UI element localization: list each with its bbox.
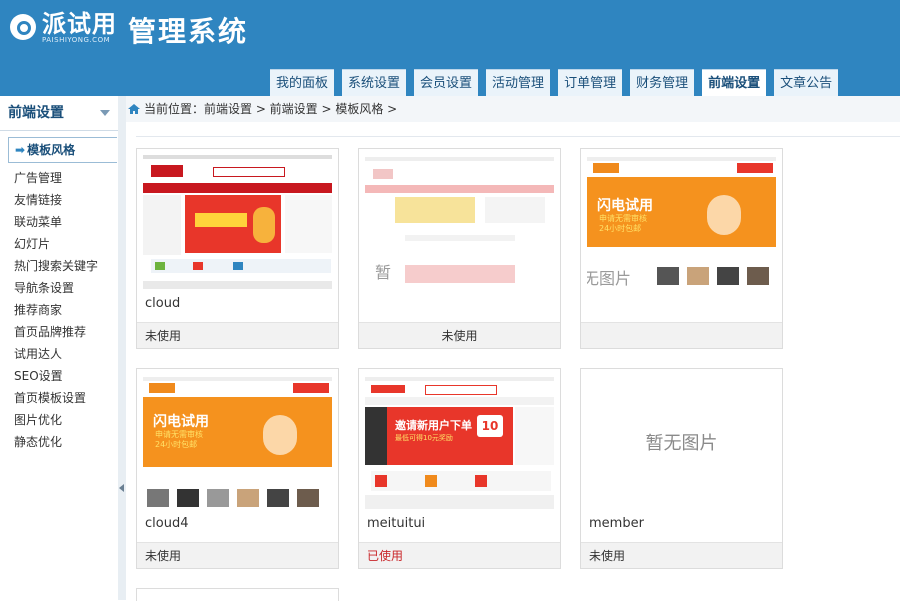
template-status: 未使用 xyxy=(137,542,338,568)
orange-site-preview: 闪电试用 申请无需审核 24小时包邮 暂无图片 xyxy=(587,155,776,289)
arrow-right-icon: ➡ xyxy=(15,143,26,157)
sidebar-item-home-template[interactable]: 首页模板设置 xyxy=(0,387,118,409)
sidebar-item-slides[interactable]: 幻灯片 xyxy=(0,233,118,255)
sidebar-item-links[interactable]: 友情链接 xyxy=(0,189,118,211)
home-icon[interactable] xyxy=(128,104,140,114)
template-status: 已使用 xyxy=(359,542,560,568)
template-status: 未使用 xyxy=(137,322,338,348)
app-header: 派试用 PAISHIYONG.COM 管理系统 我的面板 系统设置 会员设置 活… xyxy=(0,0,900,96)
divider xyxy=(136,136,900,137)
sidebar-item-image-opt[interactable]: 图片优化 xyxy=(0,409,118,431)
sidebar-title[interactable]: 前端设置 xyxy=(0,96,118,131)
sidebar-menu: ➡ 模板风格 广告管理 友情链接 联动菜单 幻灯片 热门搜索关键字 导航条设置 推… xyxy=(0,131,118,453)
sidebar-splitter[interactable] xyxy=(118,96,126,600)
template-thumbnail[interactable] xyxy=(143,155,332,289)
ghost-site-preview: 暂 xyxy=(365,155,554,289)
flash-trial-text: 闪电试用 xyxy=(153,414,209,430)
sidebar-item-template-style[interactable]: ➡ 模板风格 xyxy=(8,137,117,163)
template-card[interactable]: 暂无图片 member 未使用 xyxy=(580,368,783,569)
template-thumbnail[interactable]: 暂 xyxy=(365,155,554,289)
template-thumbnail[interactable]: 闪电试用 申请无需审核 24小时包邮 暂无图片 xyxy=(587,155,776,289)
ghost-label: 暂 xyxy=(375,263,392,282)
orange-site-preview: 闪电试用 申请无需审核 24小时包邮 xyxy=(143,375,332,509)
sidebar-item-brands[interactable]: 首页品牌推荐 xyxy=(0,321,118,343)
template-card[interactable]: cloud 未使用 xyxy=(136,148,339,349)
sidebar-item-trial-experts[interactable]: 试用达人 xyxy=(0,343,118,365)
no-image-placeholder: 暂无图片 xyxy=(645,433,718,454)
template-thumbnail[interactable]: 邀请新用户下单 最低可得10元奖励 10 xyxy=(365,375,554,509)
tab-member-settings[interactable]: 会员设置 xyxy=(414,69,479,96)
template-status: 未使用 xyxy=(359,322,560,348)
ten-badge: 10 xyxy=(477,415,503,437)
breadcrumb-text: 当前位置：前端设置 > 前端设置 > 模板风格 > xyxy=(144,102,398,116)
sidebar-item-merchants[interactable]: 推荐商家 xyxy=(0,299,118,321)
sidebar-item-hot-keywords[interactable]: 热门搜索关键字 xyxy=(0,255,118,277)
template-thumbnail[interactable]: 闪电试用 申请无需审核 24小时包邮 xyxy=(143,375,332,509)
sidebar: 前端设置 ➡ 模板风格 广告管理 友情链接 联动菜单 幻灯片 热门搜索关键字 导航… xyxy=(0,96,119,600)
meituitui-site-preview: 邀请新用户下单 最低可得10元奖励 10 xyxy=(365,375,554,509)
flash-trial-text: 闪电试用 xyxy=(597,198,653,214)
top-nav: 我的面板 系统设置 会员设置 活动管理 订单管理 财务管理 前端设置 文章公告 xyxy=(270,69,846,96)
template-card[interactable] xyxy=(136,588,339,601)
tab-articles[interactable]: 文章公告 xyxy=(774,69,839,96)
collapse-left-icon[interactable] xyxy=(119,484,124,492)
tab-frontend-settings[interactable]: 前端设置 xyxy=(702,69,767,96)
template-card[interactable]: 暂 未使用 xyxy=(358,148,561,349)
tab-finance-management[interactable]: 财务管理 xyxy=(630,69,695,96)
sidebar-item-linked-menu[interactable]: 联动菜单 xyxy=(0,211,118,233)
template-card[interactable]: 邀请新用户下单 最低可得10元奖励 10 meituitui 已使用 xyxy=(358,368,561,569)
red-site-preview xyxy=(143,155,332,289)
template-card[interactable]: 闪电试用 申请无需审核 24小时包邮 暂无图片 xyxy=(580,148,783,349)
template-status: 未使用 xyxy=(581,542,782,568)
template-card[interactable]: 闪电试用 申请无需审核 24小时包邮 cloud4 未使用 xyxy=(136,368,339,569)
chevron-down-icon[interactable] xyxy=(100,110,110,116)
template-name: member xyxy=(589,516,644,531)
tab-my-panel[interactable]: 我的面板 xyxy=(270,69,335,96)
flash-sub2-text: 24小时包邮 xyxy=(155,440,198,449)
sidebar-item-navbar[interactable]: 导航条设置 xyxy=(0,277,118,299)
tab-order-management[interactable]: 订单管理 xyxy=(558,69,623,96)
tab-activity-management[interactable]: 活动管理 xyxy=(486,69,551,96)
template-name: meituitui xyxy=(367,516,426,531)
sidebar-item-ads[interactable]: 广告管理 xyxy=(0,167,118,189)
template-thumbnail[interactable]: 暂无图片 xyxy=(587,375,776,509)
sidebar-item-seo[interactable]: SEO设置 xyxy=(0,365,118,387)
template-name: cloud4 xyxy=(145,516,189,531)
logo-name: 派试用 xyxy=(42,10,117,38)
invite-sub-text: 最低可得10元奖励 xyxy=(395,434,453,442)
sidebar-item-label: 模板风格 xyxy=(27,143,76,157)
sidebar-title-label: 前端设置 xyxy=(8,105,64,121)
invite-text: 邀请新用户下单 xyxy=(395,419,472,432)
template-status xyxy=(581,322,782,348)
template-name: cloud xyxy=(145,296,181,311)
logo-domain: PAISHIYONG.COM xyxy=(42,36,111,44)
flash-sub2-text: 24小时包邮 xyxy=(599,224,642,233)
tab-system-settings[interactable]: 系统设置 xyxy=(342,69,407,96)
breadcrumb: 当前位置：前端设置 > 前端设置 > 模板风格 > xyxy=(126,96,900,123)
sidebar-item-static-opt[interactable]: 静态优化 xyxy=(0,431,118,453)
logo[interactable]: 派试用 PAISHIYONG.COM xyxy=(10,10,117,44)
logo-icon xyxy=(10,14,36,40)
ghost-label: 暂无图片 xyxy=(587,269,632,288)
template-grid: cloud 未使用 暂 未使用 闪电试用 申请无需审核 24小时包邮 无图片 闪… xyxy=(126,122,900,601)
system-title: 管理系统 xyxy=(128,15,249,48)
